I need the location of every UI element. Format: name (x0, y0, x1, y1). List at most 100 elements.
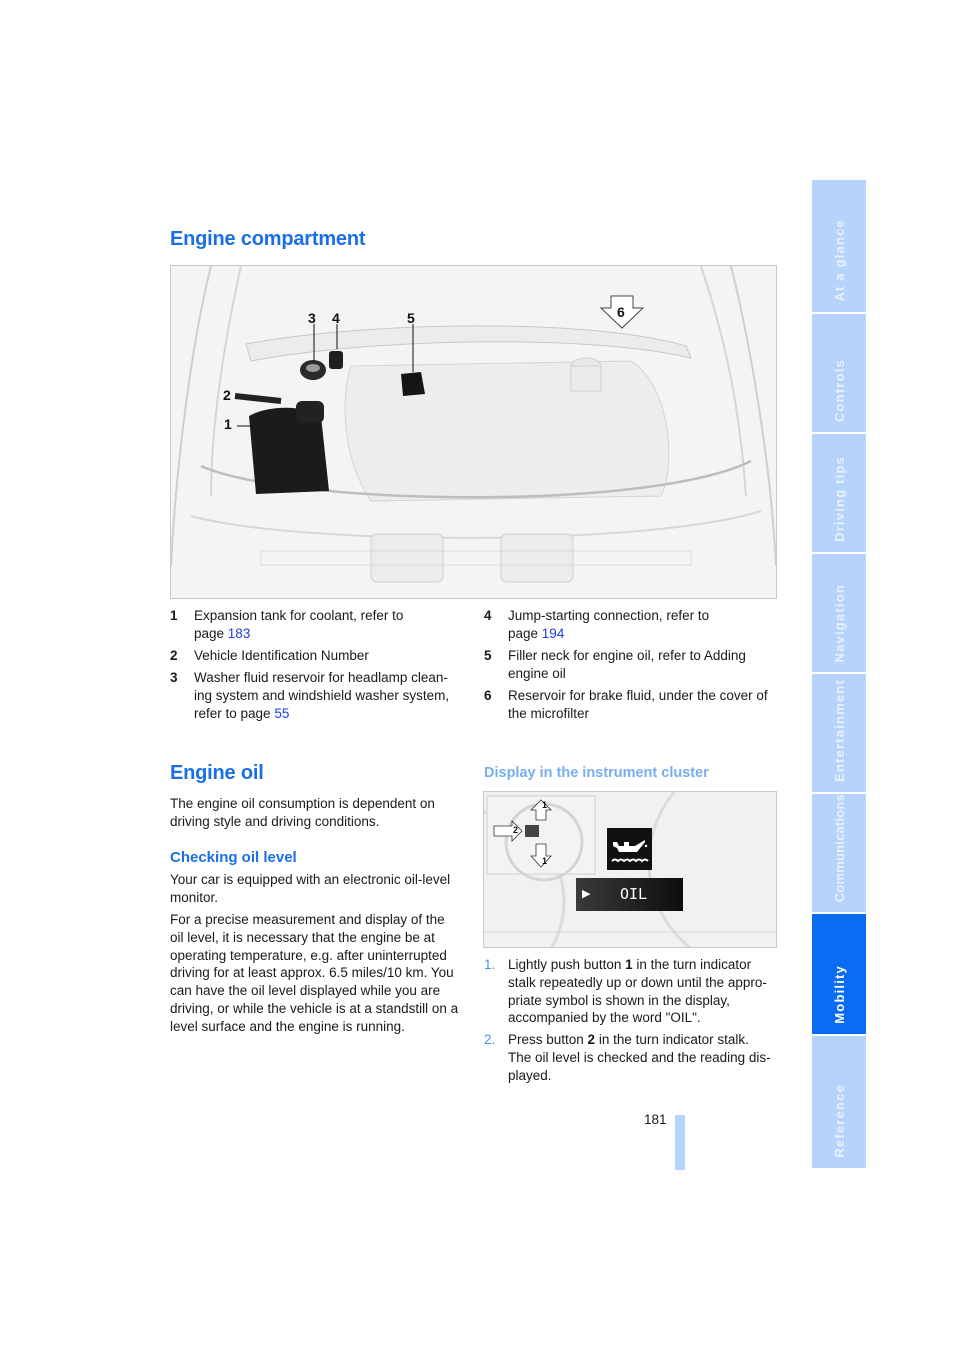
paragraph-measurement: For a precise measurement and display of… (170, 911, 470, 1036)
subheading-checking-oil-level: Checking oil level (170, 849, 297, 866)
stalk-label-1-down: 1 (542, 856, 548, 866)
legend-line: engine oil (508, 665, 566, 681)
section-title-engine-oil: Engine oil (170, 762, 264, 784)
sidebar-tab-label: Mobility (831, 965, 847, 1024)
text-line: level surface and the engine is running. (170, 1018, 405, 1034)
paragraph-oil-monitor: Your car is equipped with an electronic … (170, 871, 470, 907)
legend-text: Jump-starting connection, refer to page … (508, 607, 709, 643)
display-text: OIL (620, 885, 648, 903)
stalk-label-1-up: 1 (542, 800, 548, 810)
oil-display: ▶ OIL (576, 878, 683, 911)
step-item: 1. Lightly push button 1 in the turn ind… (484, 956, 784, 1028)
callout-1: 1 (224, 416, 232, 432)
legend-text: Washer fluid reservoir for headlamp clea… (194, 669, 449, 722)
text-line: driving style and driving conditions. (170, 813, 380, 829)
text-line: The oil level is checked and the reading… (508, 1049, 771, 1065)
step-number: 2. (484, 1032, 496, 1047)
text-line: driving, or while the vehicle is at a st… (170, 1000, 459, 1016)
legend-text: Expansion tank for coolant, refer to pag… (194, 607, 403, 643)
engine-compartment-figure: 3 4 5 6 2 1 (170, 265, 777, 599)
button-reference: 2 (587, 1032, 596, 1047)
text-line: driving for at least approx. 6.5 miles/1… (170, 965, 454, 981)
page-number: 181 (644, 1112, 667, 1127)
section-title-engine-compartment: Engine compartment (170, 228, 366, 250)
button-reference: 1 (625, 957, 633, 972)
legend-line: Reservoir for brake fluid, under the cov… (508, 688, 768, 703)
text-line: oil level, it is necessary that the engi… (170, 929, 435, 945)
step-text: Lightly push button 1 in the turn indica… (508, 956, 767, 1027)
callout-3: 3 (308, 310, 316, 326)
legend-line: Washer fluid reservoir for headlamp clea… (194, 670, 448, 685)
step-text: Press button 2 in the turn indicator sta… (508, 1031, 771, 1084)
legend-item: 5 Filler neck for engine oil, refer to A… (484, 647, 784, 683)
legend-item: 2 Vehicle Identification Number (170, 647, 470, 665)
text-run: Lightly push button (508, 957, 626, 972)
engine-compartment-illustration (171, 266, 776, 598)
page-link-55[interactable]: 55 (274, 706, 289, 721)
text-line: operating temperature, e.g. after uninte… (170, 947, 447, 963)
page-link-194[interactable]: 194 (542, 626, 565, 641)
legend-line: page (194, 625, 228, 641)
legend-item: 1 Expansion tank for coolant, refer to p… (170, 607, 470, 643)
callout-6: 6 (617, 304, 625, 320)
text-line: accompanied by the word "OIL". (508, 1010, 701, 1026)
sidebar-tab-reference[interactable]: Reference (812, 1036, 866, 1168)
callout-5: 5 (407, 310, 415, 326)
legend-text: Vehicle Identification Number (194, 648, 369, 663)
sidebar-tab-controls[interactable]: Controls (812, 314, 866, 432)
sidebar-tab-label: Controls (831, 358, 847, 422)
text-line: stalk repeatedly up or down until the ap… (508, 974, 767, 990)
legend-number: 6 (484, 688, 492, 703)
legend-number: 2 (170, 648, 178, 663)
step-number: 1. (484, 957, 496, 972)
sidebar-tab-label: Navigation (831, 583, 847, 662)
sidebar-tab-communications[interactable]: Communications (812, 794, 866, 912)
callout-2: 2 (223, 387, 231, 403)
step-item: 2. Press button 2 in the turn indicator … (484, 1031, 784, 1085)
sidebar-tab-label: Driving tips (831, 456, 847, 542)
display-triangle-icon: ▶ (582, 888, 591, 900)
legend-item: 6 Reservoir for brake fluid, under the c… (484, 687, 784, 723)
text-line: monitor. (170, 889, 219, 905)
legend-number: 3 (170, 670, 178, 685)
text-run: in the turn indicator stalk. (595, 1032, 749, 1047)
legend-number: 1 (170, 608, 178, 623)
legend-line: Expansion tank for coolant, refer to (194, 608, 404, 623)
text-line: played. (508, 1067, 552, 1083)
legend-line: the microfilter (508, 705, 590, 721)
stalk-label-2: 2 (513, 825, 519, 835)
sidebar-tab-navigation[interactable]: Navigation (812, 554, 866, 672)
sidebar-tab-mobility[interactable]: Mobility (812, 914, 866, 1034)
oil-level-icon (607, 828, 652, 870)
text-line: The engine oil consumption is dependent … (170, 796, 435, 811)
text-line: For a precise measurement and display of… (170, 912, 445, 927)
stalk-button (525, 825, 539, 837)
text-run: Press button (508, 1032, 588, 1047)
instrument-cluster-figure: 1 2 1 ▶ OIL (483, 791, 777, 948)
legend-number: 4 (484, 608, 492, 623)
intro-paragraph: The engine oil consumption is dependent … (170, 795, 470, 831)
sidebar-tab-entertainment[interactable]: Entertainment (812, 674, 866, 792)
page-marker-bar (675, 1115, 685, 1170)
legend-line: page (508, 625, 542, 641)
text-run: in the turn indicator (632, 957, 752, 972)
text-line: Your car is equipped with an electronic … (170, 872, 451, 887)
legend-line: refer to page (194, 705, 275, 721)
callout-4: 4 (332, 310, 340, 326)
legend-item: 4 Jump-starting connection, refer to pag… (484, 607, 784, 643)
sidebar-tab-at-a-glance[interactable]: At a glance (812, 180, 866, 312)
sidebar-tab-driving-tips[interactable]: Driving tips (812, 434, 866, 552)
sidebar-tab-label: Reference (831, 1084, 847, 1158)
oil-can-icon (611, 840, 649, 863)
legend-item: 3 Washer fluid reservoir for headlamp cl… (170, 669, 470, 723)
legend-line: Filler neck for engine oil, refer to Add… (508, 648, 746, 663)
sidebar-tab-label: Entertainment (831, 678, 847, 782)
page-link-183[interactable]: 183 (228, 626, 251, 641)
text-line: priate symbol is shown in the display, (508, 992, 730, 1008)
sidebar-tab-label: Communications (831, 793, 847, 902)
legend-number: 5 (484, 648, 492, 663)
sidebar-tab-label: At a glance (831, 219, 847, 302)
legend-text: Filler neck for engine oil, refer to Add… (508, 647, 746, 683)
subheading-display-instrument-cluster: Display in the instrument cluster (484, 765, 709, 781)
legend-text: Reservoir for brake fluid, under the cov… (508, 687, 768, 723)
